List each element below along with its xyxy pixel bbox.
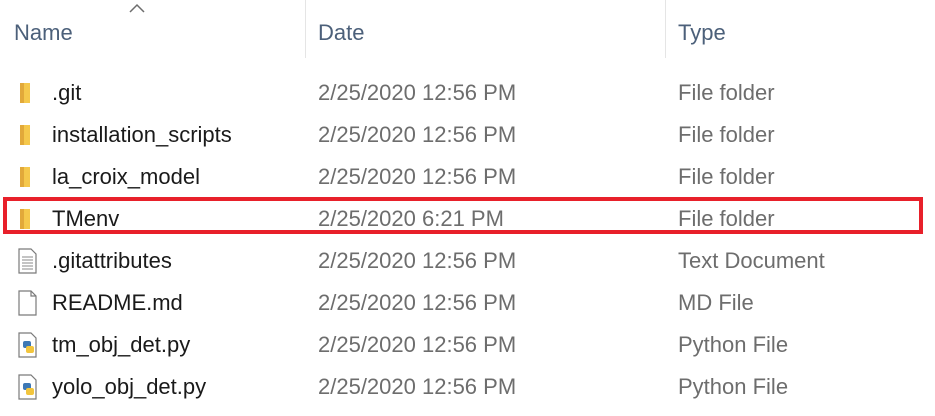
file-type: Python File (678, 332, 789, 357)
file-row[interactable]: tm_obj_det.py 2/25/2020 12:56 PM Python … (0, 324, 935, 366)
file-list: .git 2/25/2020 12:56 PM File folder inst… (0, 72, 935, 408)
file-date: 2/25/2020 12:56 PM (318, 80, 517, 105)
highlight-box (3, 197, 923, 234)
python-file-icon (18, 374, 37, 400)
file-row[interactable]: .git 2/25/2020 12:56 PM File folder (0, 72, 935, 114)
file-date: 2/25/2020 12:56 PM (318, 374, 517, 399)
file-type: File folder (678, 122, 775, 147)
file-date: 2/25/2020 12:56 PM (318, 248, 517, 273)
file-name: yolo_obj_det.py (52, 374, 207, 399)
file-row[interactable]: yolo_obj_det.py 2/25/2020 12:56 PM Pytho… (0, 366, 935, 408)
file-row[interactable]: README.md 2/25/2020 12:56 PM MD File (0, 282, 935, 324)
file-date: 2/25/2020 12:56 PM (318, 332, 517, 357)
file-name: .gitattributes (52, 248, 172, 273)
file-date: 2/25/2020 12:56 PM (318, 290, 517, 315)
file-type: Text Document (678, 248, 825, 273)
python-file-icon (18, 332, 37, 358)
folder-icon (20, 83, 30, 103)
column-header-name[interactable]: Name (0, 0, 306, 58)
file-name: installation_scripts (52, 122, 232, 147)
file-row[interactable]: installation_scripts 2/25/2020 12:56 PM … (0, 114, 935, 156)
file-name: README.md (52, 290, 183, 315)
file-date: 2/25/2020 12:56 PM (318, 122, 517, 147)
folder-icon (20, 167, 30, 187)
file-icon (18, 290, 37, 316)
file-name: tm_obj_det.py (52, 332, 191, 357)
file-type: File folder (678, 164, 775, 189)
file-type: MD File (678, 290, 754, 315)
file-name: la_croix_model (52, 164, 200, 189)
column-header-type[interactable]: Type (666, 0, 935, 58)
text-document-icon (18, 248, 37, 274)
file-type: File folder (678, 80, 775, 105)
folder-icon (20, 125, 30, 145)
file-date: 2/25/2020 12:56 PM (318, 164, 517, 189)
file-row[interactable]: .gitattributes 2/25/2020 12:56 PM Text D… (0, 240, 935, 282)
column-header-date[interactable]: Date (306, 0, 666, 58)
file-row[interactable]: la_croix_model 2/25/2020 12:56 PM File f… (0, 156, 935, 198)
file-name: .git (52, 80, 82, 105)
file-type: Python File (678, 374, 789, 399)
column-header-bar: Name Date Type (0, 0, 935, 58)
